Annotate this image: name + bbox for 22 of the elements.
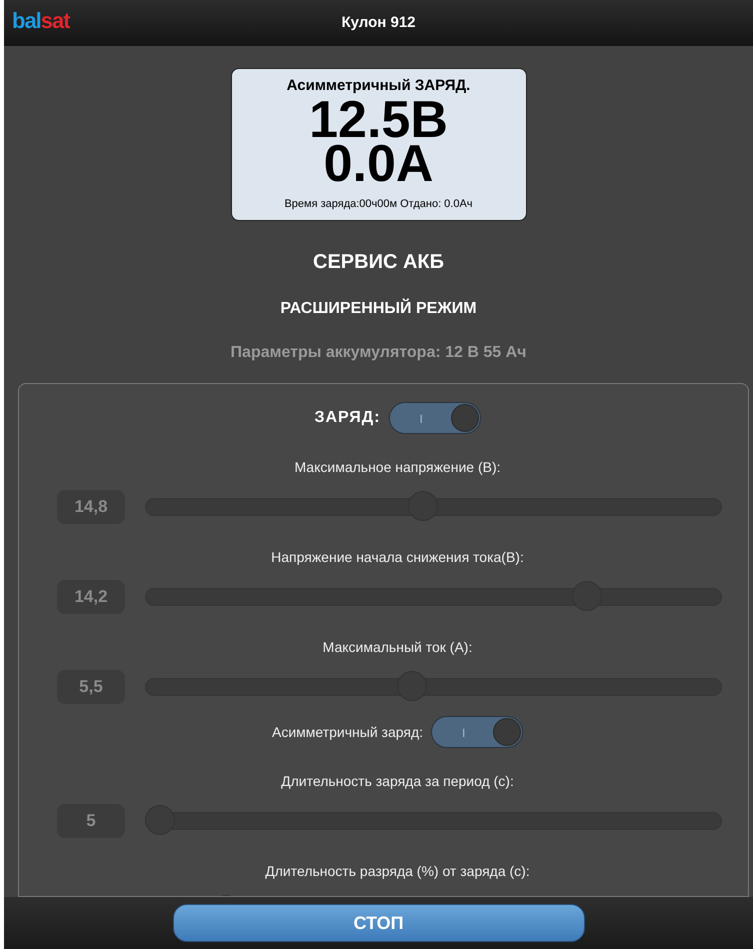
toggle-switch[interactable]: I (431, 716, 524, 748)
value-field[interactable]: 14,2 (57, 580, 125, 614)
slider-label: Максимальный ток (А): (322, 639, 472, 655)
slider-label: Напряжение начала снижения тока(В): (271, 549, 524, 565)
value-field[interactable]: 5,5 (57, 670, 125, 704)
slider-label: Длительность разряда (%) от заряда (с): (265, 863, 530, 879)
switch-label: ЗАРЯД: (314, 408, 381, 428)
voltage-reading: 12.5В (309, 98, 448, 142)
mode-text: Асимметричный ЗАРЯД. (286, 76, 472, 96)
switch-label: Асимметричный заряд: (272, 722, 424, 742)
battery-params: Параметры аккумулятора: 12 В 55 Ач (230, 343, 526, 363)
section-title: СЕРВИС АКБ (313, 250, 444, 275)
window-title: Кулон 912 (341, 12, 416, 33)
slider-label: Длительность заряда за период (с): (281, 773, 514, 789)
current-reading: 0.0А (324, 142, 434, 186)
charge-stats: Время заряда:00ч00м Отдано: 0.0Ач (283, 196, 474, 212)
value-field[interactable]: 5 (57, 804, 125, 838)
value-field[interactable]: 14,8 (57, 490, 125, 524)
stop-button[interactable]: СТОП (172, 904, 584, 942)
mode-subtitle: РАСШИРЕННЫЙ РЕЖИМ (280, 298, 477, 319)
slider-label: Максимальное напряжение (В): (294, 459, 500, 475)
toggle-switch[interactable]: I (388, 402, 481, 434)
